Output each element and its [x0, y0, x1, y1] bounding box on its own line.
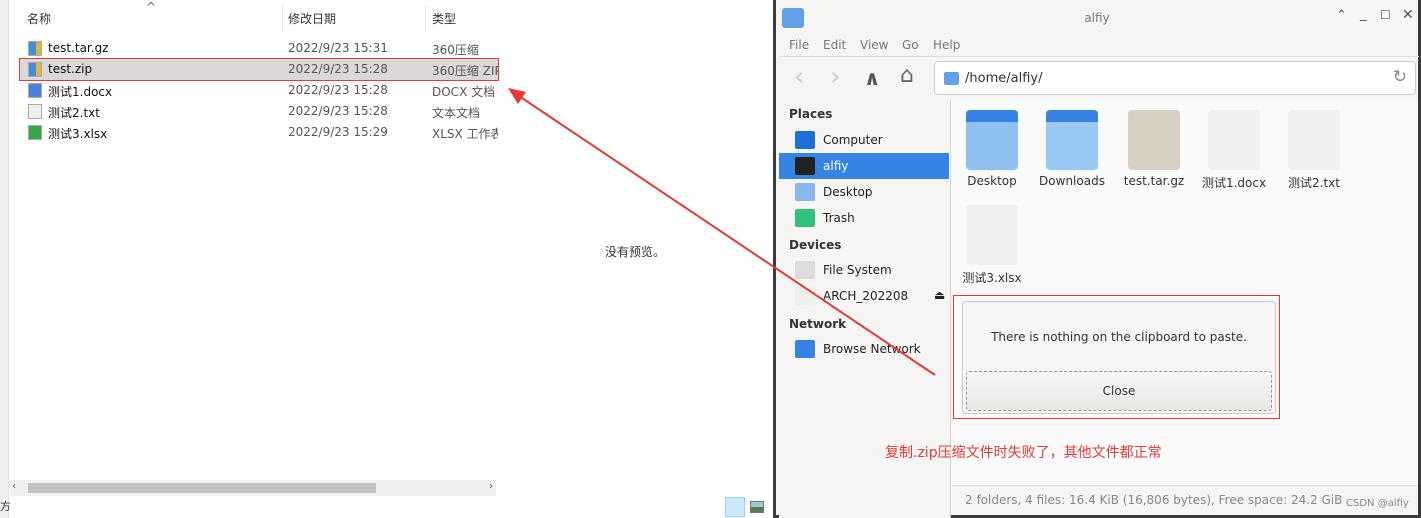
annotation-arrow: [508, 88, 936, 376]
